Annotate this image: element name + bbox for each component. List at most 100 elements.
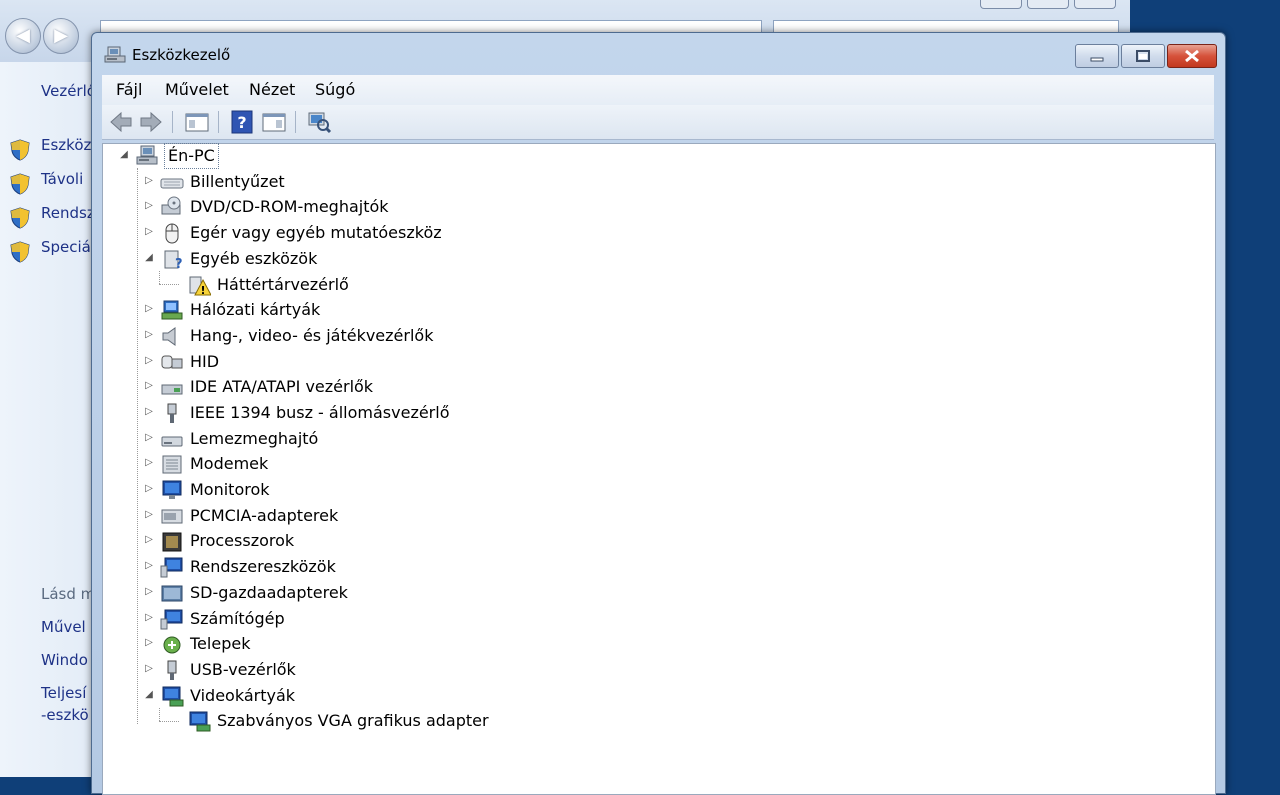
see-also-link-0[interactable]: Művel	[41, 618, 86, 636]
network-adapter-icon	[161, 300, 183, 320]
node-label: HID	[190, 352, 220, 371]
bg-back-button[interactable]: ◀	[5, 18, 41, 54]
uac-shield-icon	[10, 173, 30, 195]
tree-line	[159, 271, 160, 284]
expand-arrow-icon[interactable]: ▷	[144, 508, 154, 522]
sd-host-icon	[161, 585, 183, 602]
uac-shield-icon	[10, 241, 30, 263]
toolbar: ?	[102, 105, 1214, 140]
keyboard-icon	[160, 178, 184, 189]
node-label: IDE ATA/ATAPI vezérlők	[190, 377, 374, 396]
collapse-arrow-icon[interactable]: ◢	[119, 148, 129, 162]
node-label: Háttértárvezérlő	[217, 275, 349, 294]
maximize-button[interactable]	[1121, 44, 1165, 68]
usb-icon	[167, 660, 177, 680]
svg-text:?: ?	[237, 113, 246, 132]
scan-hardware-icon[interactable]	[306, 109, 332, 135]
expand-arrow-icon[interactable]: ▷	[144, 559, 154, 573]
back-arrow-icon: ◀	[16, 25, 30, 46]
warning-device-icon: !	[189, 276, 211, 296]
menu-view[interactable]: Nézet	[245, 75, 299, 105]
restore-icon	[1136, 50, 1150, 62]
see-also-link-3[interactable]: -eszkö	[41, 706, 89, 724]
sidebar-link-0[interactable]: Vezérlő	[41, 82, 96, 100]
sidebar-link-2[interactable]: Távoli	[41, 170, 83, 188]
expand-arrow-icon[interactable]: ▷	[144, 662, 154, 676]
display-adapter-icon	[162, 686, 184, 707]
battery-icon	[163, 636, 181, 654]
forward-arrow-icon: ▶	[54, 25, 68, 46]
node-label: PCMCIA-adapterek	[190, 506, 339, 525]
show-hide-console-tree-icon[interactable]	[184, 109, 210, 135]
computer-root-icon	[136, 145, 158, 165]
node-label: Lemezmeghajtó	[190, 429, 319, 448]
node-label: Hang-, video- és játékvezérlők	[190, 326, 434, 345]
minimize-button[interactable]	[1075, 44, 1119, 68]
menu-action[interactable]: Művelet	[161, 75, 233, 105]
toolbar-separator	[295, 111, 296, 133]
tree-line	[159, 708, 160, 721]
expand-arrow-icon[interactable]: ▷	[144, 585, 154, 599]
monitor-icon	[162, 480, 182, 499]
back-icon[interactable]	[108, 109, 134, 135]
node-label: Rendszereszközök	[190, 557, 336, 576]
node-label: Számítógép	[190, 609, 285, 628]
sidebar-link-1[interactable]: Eszköz	[41, 136, 91, 154]
node-label: Videokártyák	[190, 686, 296, 705]
system-devices-icon	[160, 557, 183, 578]
speaker-icon	[162, 327, 176, 346]
node-label: IEEE 1394 busz - állomásvezérlő	[190, 403, 450, 422]
node-label: Billentyűzet	[190, 172, 285, 191]
expand-arrow-icon[interactable]: ▷	[144, 405, 154, 419]
bg-close-button[interactable]	[1074, 0, 1116, 9]
node-label: Modemek	[190, 454, 269, 473]
expand-arrow-icon[interactable]: ▷	[144, 431, 154, 445]
node-label: Egyéb eszközök	[190, 249, 318, 268]
tree-line	[137, 168, 138, 724]
svg-text:?: ?	[175, 257, 183, 270]
device-manager-window: Eszközkezelő Fájl Művelet Nézet Súgó ? ◢	[91, 32, 1226, 795]
see-also-link-2[interactable]: Teljesí	[41, 684, 86, 702]
uac-shield-icon	[10, 139, 30, 161]
expand-arrow-icon[interactable]: ▷	[144, 354, 154, 368]
expand-arrow-icon[interactable]: ▷	[144, 456, 154, 470]
collapse-arrow-icon[interactable]: ◢	[144, 688, 154, 702]
bg-maximize-button[interactable]	[1027, 0, 1069, 9]
tree-line	[159, 284, 179, 285]
expand-arrow-icon[interactable]: ▷	[144, 482, 154, 496]
close-button[interactable]	[1167, 44, 1217, 68]
window-title: Eszközkezelő	[132, 46, 231, 64]
forward-icon[interactable]	[138, 109, 164, 135]
processor-icon	[162, 532, 182, 552]
toolbar-separator	[218, 111, 219, 133]
sidebar-link-4[interactable]: Speciá	[41, 238, 91, 256]
expand-arrow-icon[interactable]: ▷	[144, 379, 154, 393]
expand-arrow-icon[interactable]: ▷	[144, 328, 154, 342]
see-also-link-1[interactable]: Windo	[41, 651, 88, 669]
expand-arrow-icon[interactable]: ▷	[144, 174, 154, 188]
menu-file[interactable]: Fájl	[112, 75, 146, 105]
bg-minimize-button[interactable]	[980, 0, 1022, 9]
node-label: Szabványos VGA grafikus adapter	[217, 711, 489, 730]
bg-forward-button[interactable]: ▶	[43, 18, 79, 54]
expand-arrow-icon[interactable]: ▷	[144, 611, 154, 625]
svg-text:!: !	[200, 284, 205, 296]
help-icon[interactable]: ?	[229, 109, 255, 135]
expand-arrow-icon[interactable]: ▷	[144, 225, 154, 239]
expand-arrow-icon[interactable]: ▷	[144, 199, 154, 213]
node-label: Telepek	[190, 634, 251, 653]
collapse-arrow-icon[interactable]: ◢	[144, 251, 154, 265]
expand-arrow-icon[interactable]: ▷	[144, 302, 154, 316]
menu-help[interactable]: Súgó	[311, 75, 359, 105]
mouse-icon	[165, 223, 179, 244]
expand-arrow-icon[interactable]: ▷	[144, 533, 154, 547]
properties-icon[interactable]	[261, 109, 287, 135]
uac-shield-icon	[10, 207, 30, 229]
node-label: Hálózati kártyák	[190, 300, 321, 319]
firewire-icon	[167, 403, 177, 423]
minimize-icon	[1090, 57, 1104, 62]
expand-arrow-icon[interactable]: ▷	[144, 636, 154, 650]
device-manager-icon	[104, 46, 126, 63]
node-label: Egér vagy egyéb mutatóeszköz	[190, 223, 442, 242]
sidebar-link-3[interactable]: Rendsz	[41, 204, 95, 222]
